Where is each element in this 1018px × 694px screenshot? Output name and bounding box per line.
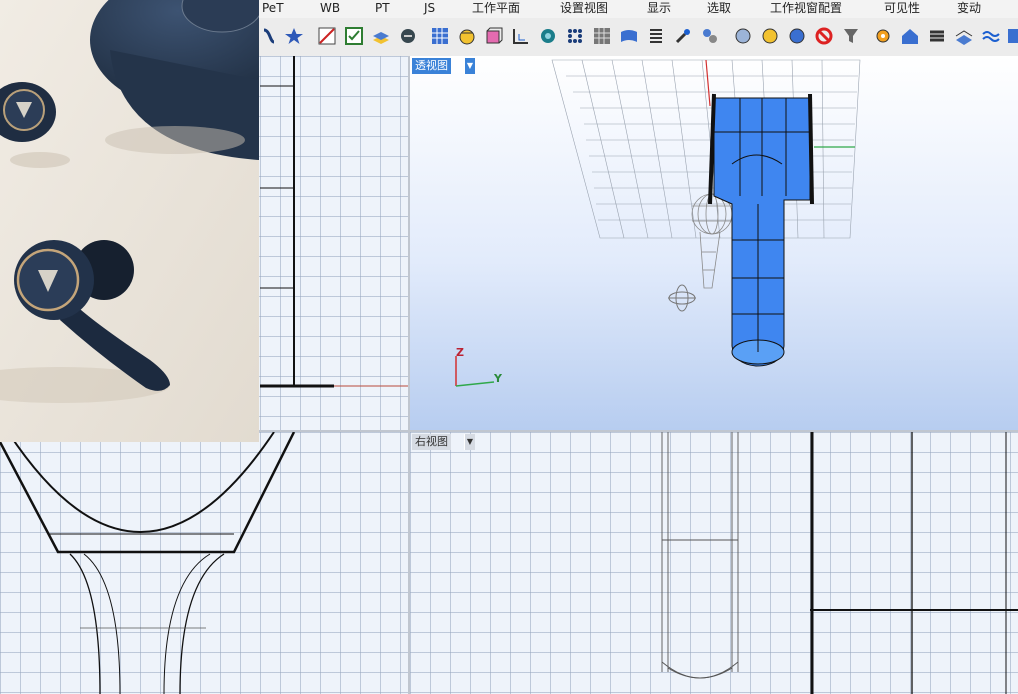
layers-list-icon[interactable] — [645, 25, 667, 47]
menu-visibility[interactable]: 可见性 — [884, 1, 920, 16]
polygon-icon[interactable] — [316, 25, 338, 47]
link-icon[interactable] — [699, 25, 721, 47]
star-icon[interactable] — [283, 25, 305, 47]
menu-pet[interactable]: PeT — [262, 1, 284, 16]
object-icon[interactable] — [537, 25, 559, 47]
sphere-yellow-icon[interactable] — [759, 25, 781, 47]
stack-icon[interactable] — [926, 25, 948, 47]
forbid-icon[interactable] — [813, 25, 835, 47]
select-box-icon[interactable] — [343, 25, 365, 47]
settings-icon[interactable] — [672, 25, 694, 47]
axis-y-label: Y — [494, 372, 502, 385]
grid-icon[interactable] — [429, 25, 451, 47]
menu-pt[interactable]: PT — [375, 1, 390, 16]
right-viewport[interactable]: 右视图 ▼ — [410, 432, 810, 694]
menu-select[interactable]: 选取 — [707, 1, 731, 16]
earbuds-reference-photo — [0, 0, 259, 442]
wave-icon[interactable] — [980, 25, 1002, 47]
points-icon[interactable] — [564, 25, 586, 47]
book-icon[interactable] — [953, 25, 975, 47]
funnel-icon[interactable] — [840, 25, 862, 47]
gear-icon[interactable] — [872, 25, 894, 47]
mesh-icon[interactable] — [591, 25, 613, 47]
menu-transform[interactable]: 变动 — [957, 1, 981, 16]
axis-icon[interactable] — [510, 25, 532, 47]
menu-set-view[interactable]: 设置视图 — [560, 1, 608, 16]
end-icon[interactable] — [1004, 25, 1018, 47]
perspective-viewport[interactable]: 透视图 ▼ Z Y — [410, 56, 1018, 430]
perspective-viewport-title[interactable]: 透视图 — [412, 58, 451, 74]
curve-tool-icon[interactable] — [258, 25, 280, 47]
sphere-blue-icon[interactable] — [786, 25, 808, 47]
layer-icon[interactable] — [370, 25, 392, 47]
render-icon[interactable] — [397, 25, 419, 47]
right-viewport-title[interactable]: 右视图 — [412, 434, 451, 450]
right-menu-arrow-icon[interactable]: ▼ — [464, 434, 475, 450]
menu-viewport-layout[interactable]: 工作视窗配置 — [770, 1, 842, 16]
home-icon[interactable] — [899, 25, 921, 47]
menu-workplane[interactable]: 工作平面 — [472, 1, 520, 16]
viewport-splitter-vertical[interactable] — [408, 56, 410, 694]
surface-icon[interactable] — [618, 25, 640, 47]
axis-z-label: Z — [456, 346, 464, 359]
sphere-icon[interactable] — [732, 25, 754, 47]
front-viewport[interactable] — [0, 432, 408, 694]
perspective-menu-arrow-icon[interactable]: ▼ — [464, 58, 475, 74]
cube-icon[interactable] — [483, 25, 505, 47]
box-icon[interactable] — [456, 25, 478, 47]
menu-js[interactable]: JS — [424, 1, 435, 16]
menu-wb[interactable]: WB — [320, 1, 340, 16]
side-viewport[interactable] — [810, 432, 1018, 694]
menu-display[interactable]: 显示 — [647, 1, 671, 16]
